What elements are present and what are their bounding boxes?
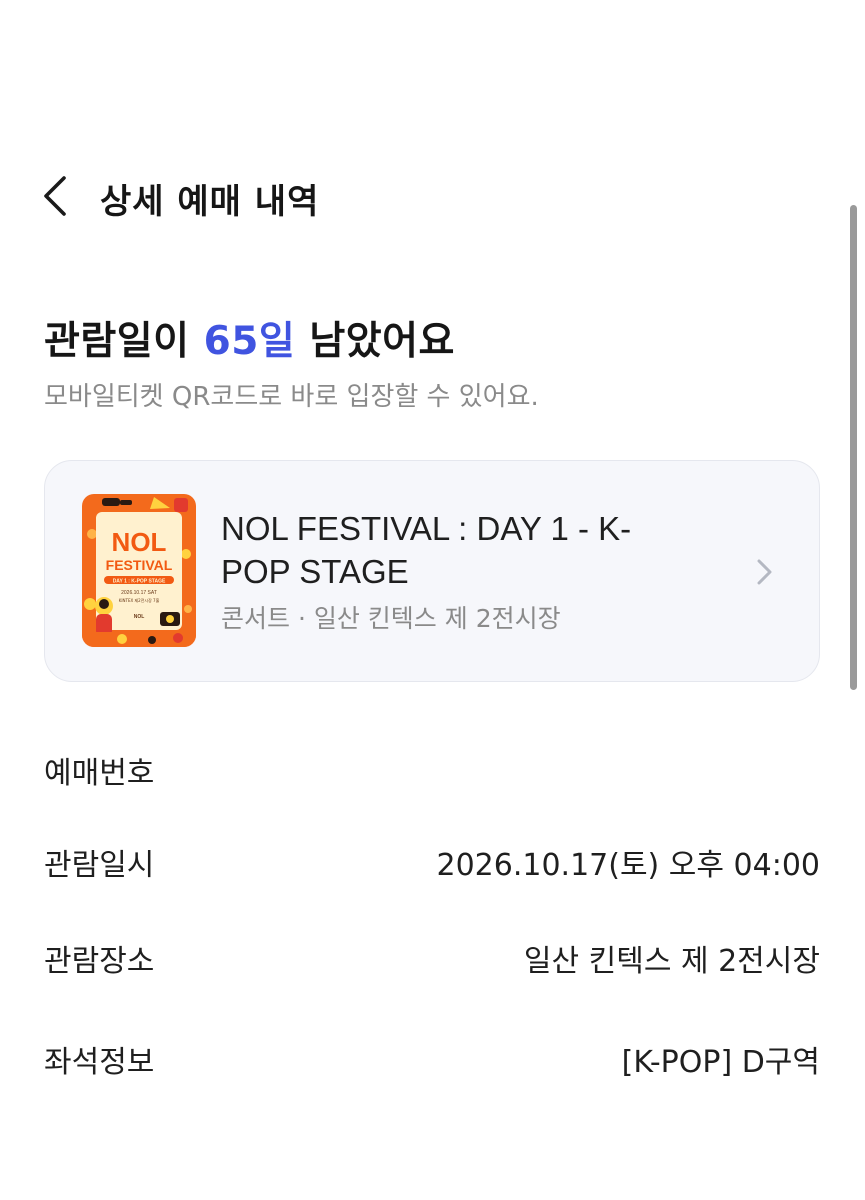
- dday-prefix: 관람일이: [44, 319, 204, 364]
- info-label: 예매번호: [44, 756, 155, 791]
- entry-guide-text: 모바일티켓 QR코드로 바로 입장할 수 있어요.: [44, 382, 539, 412]
- meta-separator: ·: [290, 604, 314, 633]
- info-row-booking-number: 예매번호: [44, 748, 820, 796]
- info-label: 좌석정보: [44, 1045, 155, 1080]
- info-value: 2026.10.17(토) 오후 04:00: [436, 848, 820, 883]
- poster-headline-2: FESTIVAL: [106, 557, 173, 573]
- info-value: 일산 킨텍스 제 2전시장: [523, 944, 820, 979]
- scrollbar[interactable]: [850, 205, 857, 690]
- event-card[interactable]: NOL FESTIVAL DAY 1 : K-POP STAGE 2026.10…: [44, 460, 820, 682]
- poster-ribbon: DAY 1 : K-POP STAGE: [113, 579, 166, 585]
- poster-place-line: KINTEX 제2전시장 7홀: [119, 597, 160, 603]
- info-row-venue: 관람장소 일산 킨텍스 제 2전시장: [44, 936, 820, 984]
- event-category: 콘서트: [221, 604, 291, 633]
- chevron-right-icon: [757, 559, 772, 585]
- info-value: [K-POP] D구역: [621, 1045, 820, 1080]
- info-label: 관람장소: [44, 944, 155, 979]
- back-button[interactable]: [34, 172, 82, 220]
- poster-headline-1: NOL: [112, 527, 167, 557]
- dday-suffix: 남았어요: [295, 319, 455, 364]
- chevron-left-icon: [44, 176, 66, 216]
- info-label: 관람일시: [44, 848, 155, 883]
- poster-date-line: 2026.10.17 SAT: [121, 590, 157, 596]
- app-header: 상세 예매 내역: [0, 160, 865, 232]
- info-row-datetime: 관람일시 2026.10.17(토) 오후 04:00: [44, 840, 820, 888]
- poster-brand: NOL: [134, 614, 145, 620]
- event-venue: 일산 킨텍스 제 2전시장: [313, 604, 561, 633]
- event-meta: 콘서트 · 일산 킨텍스 제 2전시장: [221, 599, 561, 635]
- page-title: 상세 예매 내역: [100, 182, 320, 222]
- dday-count: 65일: [203, 319, 296, 364]
- event-title: NOL FESTIVAL : DAY 1 - K-POP STAGE: [221, 510, 632, 590]
- event-poster-image: NOL FESTIVAL DAY 1 : K-POP STAGE 2026.10…: [82, 494, 196, 647]
- booking-detail-screen: 상세 예매 내역 관람일이 65일 남았어요 모바일티켓 QR코드로 바로 입장…: [0, 0, 865, 1200]
- dday-heading: 관람일이 65일 남았어요: [44, 310, 455, 366]
- info-row-seat: 좌석정보 [K-POP] D구역: [44, 1037, 820, 1085]
